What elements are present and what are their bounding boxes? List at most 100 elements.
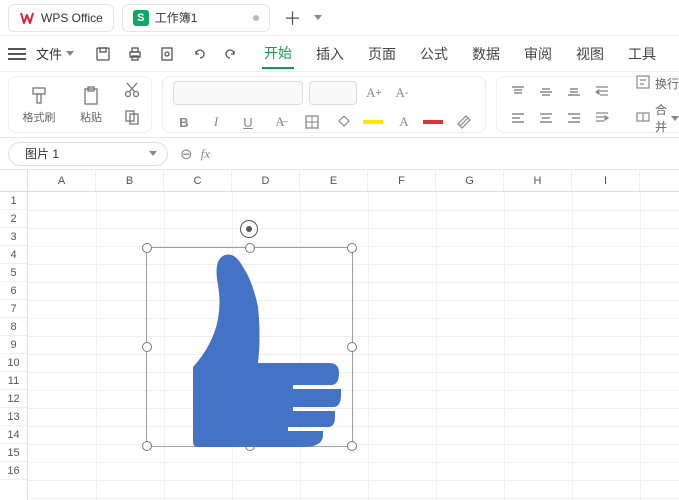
redo-icon[interactable] bbox=[222, 45, 240, 63]
strike-button[interactable]: A̶ bbox=[269, 111, 291, 133]
font-name-select[interactable] bbox=[173, 81, 303, 105]
italic-button[interactable]: I bbox=[205, 111, 227, 133]
cut-icon[interactable] bbox=[123, 81, 141, 102]
undo-icon[interactable] bbox=[190, 45, 208, 63]
cells-canvas[interactable] bbox=[28, 192, 679, 500]
paste-button[interactable]: 粘贴 bbox=[71, 85, 111, 125]
indent-increase-icon[interactable] bbox=[591, 107, 613, 129]
font-size-select[interactable] bbox=[309, 81, 357, 105]
row-header[interactable]: 1 bbox=[0, 192, 27, 210]
underline-button[interactable]: U bbox=[237, 111, 259, 133]
font-group: A+ A- B I U A̶ A bbox=[162, 76, 486, 133]
copy-icon[interactable] bbox=[123, 108, 141, 129]
tab-start[interactable]: 开始 bbox=[262, 39, 294, 69]
file-label: 文件 bbox=[36, 44, 62, 63]
align-left-icon[interactable] bbox=[507, 107, 529, 129]
app-tab[interactable]: WPS Office bbox=[8, 4, 114, 32]
row-header[interactable]: 11 bbox=[0, 372, 27, 390]
align-top-icon[interactable] bbox=[507, 81, 529, 103]
align-right-icon[interactable] bbox=[563, 107, 585, 129]
style-row: B I U A̶ A bbox=[173, 111, 475, 133]
row-header[interactable]: 10 bbox=[0, 354, 27, 372]
rotate-handle[interactable] bbox=[240, 220, 258, 238]
col-header[interactable]: I bbox=[572, 170, 640, 191]
tab-insert[interactable]: 插入 bbox=[314, 40, 346, 68]
tab-overflow-icon[interactable] bbox=[314, 15, 322, 20]
increase-font-icon[interactable]: A+ bbox=[363, 82, 385, 104]
hamburger-icon[interactable] bbox=[8, 48, 26, 60]
document-tab[interactable]: S 工作簿1 bbox=[122, 4, 271, 32]
resize-handle-se[interactable] bbox=[347, 441, 357, 451]
font-color-chip bbox=[423, 120, 443, 124]
border-button[interactable] bbox=[301, 111, 323, 133]
row-header[interactable]: 6 bbox=[0, 282, 27, 300]
save-icon[interactable] bbox=[94, 45, 112, 63]
col-header[interactable]: F bbox=[368, 170, 436, 191]
tab-tools[interactable]: 工具 bbox=[626, 40, 658, 68]
align-center-icon[interactable] bbox=[535, 107, 557, 129]
row-header[interactable]: 2 bbox=[0, 210, 27, 228]
resize-handle-sw[interactable] bbox=[142, 441, 152, 451]
tab-formula[interactable]: 公式 bbox=[418, 40, 450, 68]
cancel-icon[interactable]: ⊖ bbox=[180, 145, 193, 163]
chevron-down-icon bbox=[671, 116, 679, 121]
name-box[interactable]: 图片 1 bbox=[8, 142, 168, 166]
tab-data[interactable]: 数据 bbox=[470, 40, 502, 68]
spreadsheet-grid: 1 2 3 4 5 6 7 8 9 10 11 12 13 14 15 16 A… bbox=[0, 170, 679, 500]
unsaved-dot-icon bbox=[253, 15, 259, 21]
indent-decrease-icon[interactable] bbox=[591, 81, 613, 103]
col-header[interactable]: B bbox=[96, 170, 164, 191]
format-painter-label: 格式刷 bbox=[23, 109, 56, 125]
wps-logo-icon bbox=[19, 10, 35, 26]
col-header[interactable]: G bbox=[436, 170, 504, 191]
fx-row: ⊖ fx bbox=[180, 145, 210, 163]
menu-bar: 文件 开始 插入 页面 公式 数据 审阅 视图 工具 bbox=[0, 36, 679, 72]
bold-button[interactable]: B bbox=[173, 111, 195, 133]
align-middle-icon[interactable] bbox=[535, 81, 557, 103]
fill-color-chip bbox=[363, 120, 383, 124]
resize-handle-ne[interactable] bbox=[347, 243, 357, 253]
row-header[interactable]: 4 bbox=[0, 246, 27, 264]
formula-bar: 图片 1 ⊖ fx bbox=[0, 138, 679, 170]
paste-label: 粘贴 bbox=[80, 109, 102, 125]
resize-handle-w[interactable] bbox=[142, 342, 152, 352]
fx-label[interactable]: fx bbox=[201, 146, 210, 162]
row-header[interactable]: 12 bbox=[0, 390, 27, 408]
resize-handle-e[interactable] bbox=[347, 342, 357, 352]
col-header[interactable]: A bbox=[28, 170, 96, 191]
column-headers: A B C D E F G H I bbox=[28, 170, 679, 192]
select-all-corner[interactable] bbox=[0, 170, 27, 192]
clear-format-button[interactable] bbox=[453, 111, 475, 133]
decrease-font-icon[interactable]: A- bbox=[391, 82, 413, 104]
col-header[interactable]: D bbox=[232, 170, 300, 191]
row-header[interactable]: 9 bbox=[0, 336, 27, 354]
row-header[interactable]: 8 bbox=[0, 318, 27, 336]
clipboard-icon bbox=[80, 85, 102, 107]
align-bottom-icon[interactable] bbox=[563, 81, 585, 103]
col-header[interactable]: E bbox=[300, 170, 368, 191]
print-preview-icon[interactable] bbox=[158, 45, 176, 63]
tab-review[interactable]: 审阅 bbox=[522, 40, 554, 68]
file-menu[interactable]: 文件 bbox=[30, 40, 80, 67]
row-header[interactable]: 5 bbox=[0, 264, 27, 282]
row-header[interactable]: 7 bbox=[0, 300, 27, 318]
col-header[interactable]: C bbox=[164, 170, 232, 191]
row-header[interactable]: 3 bbox=[0, 228, 27, 246]
merge-cells-button[interactable]: 合并 bbox=[635, 101, 679, 135]
wrap-text-button[interactable]: 换行 bbox=[635, 74, 679, 93]
row-header[interactable]: 14 bbox=[0, 426, 27, 444]
print-icon[interactable] bbox=[126, 45, 144, 63]
font-color-button[interactable]: A bbox=[393, 111, 415, 133]
thumbs-up-shape[interactable] bbox=[163, 247, 343, 447]
row-header[interactable]: 15 bbox=[0, 444, 27, 462]
row-header[interactable]: 16 bbox=[0, 462, 27, 480]
tab-view[interactable]: 视图 bbox=[574, 40, 606, 68]
tab-page[interactable]: 页面 bbox=[366, 40, 398, 68]
fill-color-button[interactable] bbox=[333, 111, 355, 133]
sheet-s-icon: S bbox=[133, 10, 149, 26]
row-header[interactable]: 13 bbox=[0, 408, 27, 426]
resize-handle-nw[interactable] bbox=[142, 243, 152, 253]
col-header[interactable]: H bbox=[504, 170, 572, 191]
format-painter-button[interactable]: 格式刷 bbox=[19, 85, 59, 125]
new-tab-button[interactable]: ＋ bbox=[278, 4, 306, 32]
